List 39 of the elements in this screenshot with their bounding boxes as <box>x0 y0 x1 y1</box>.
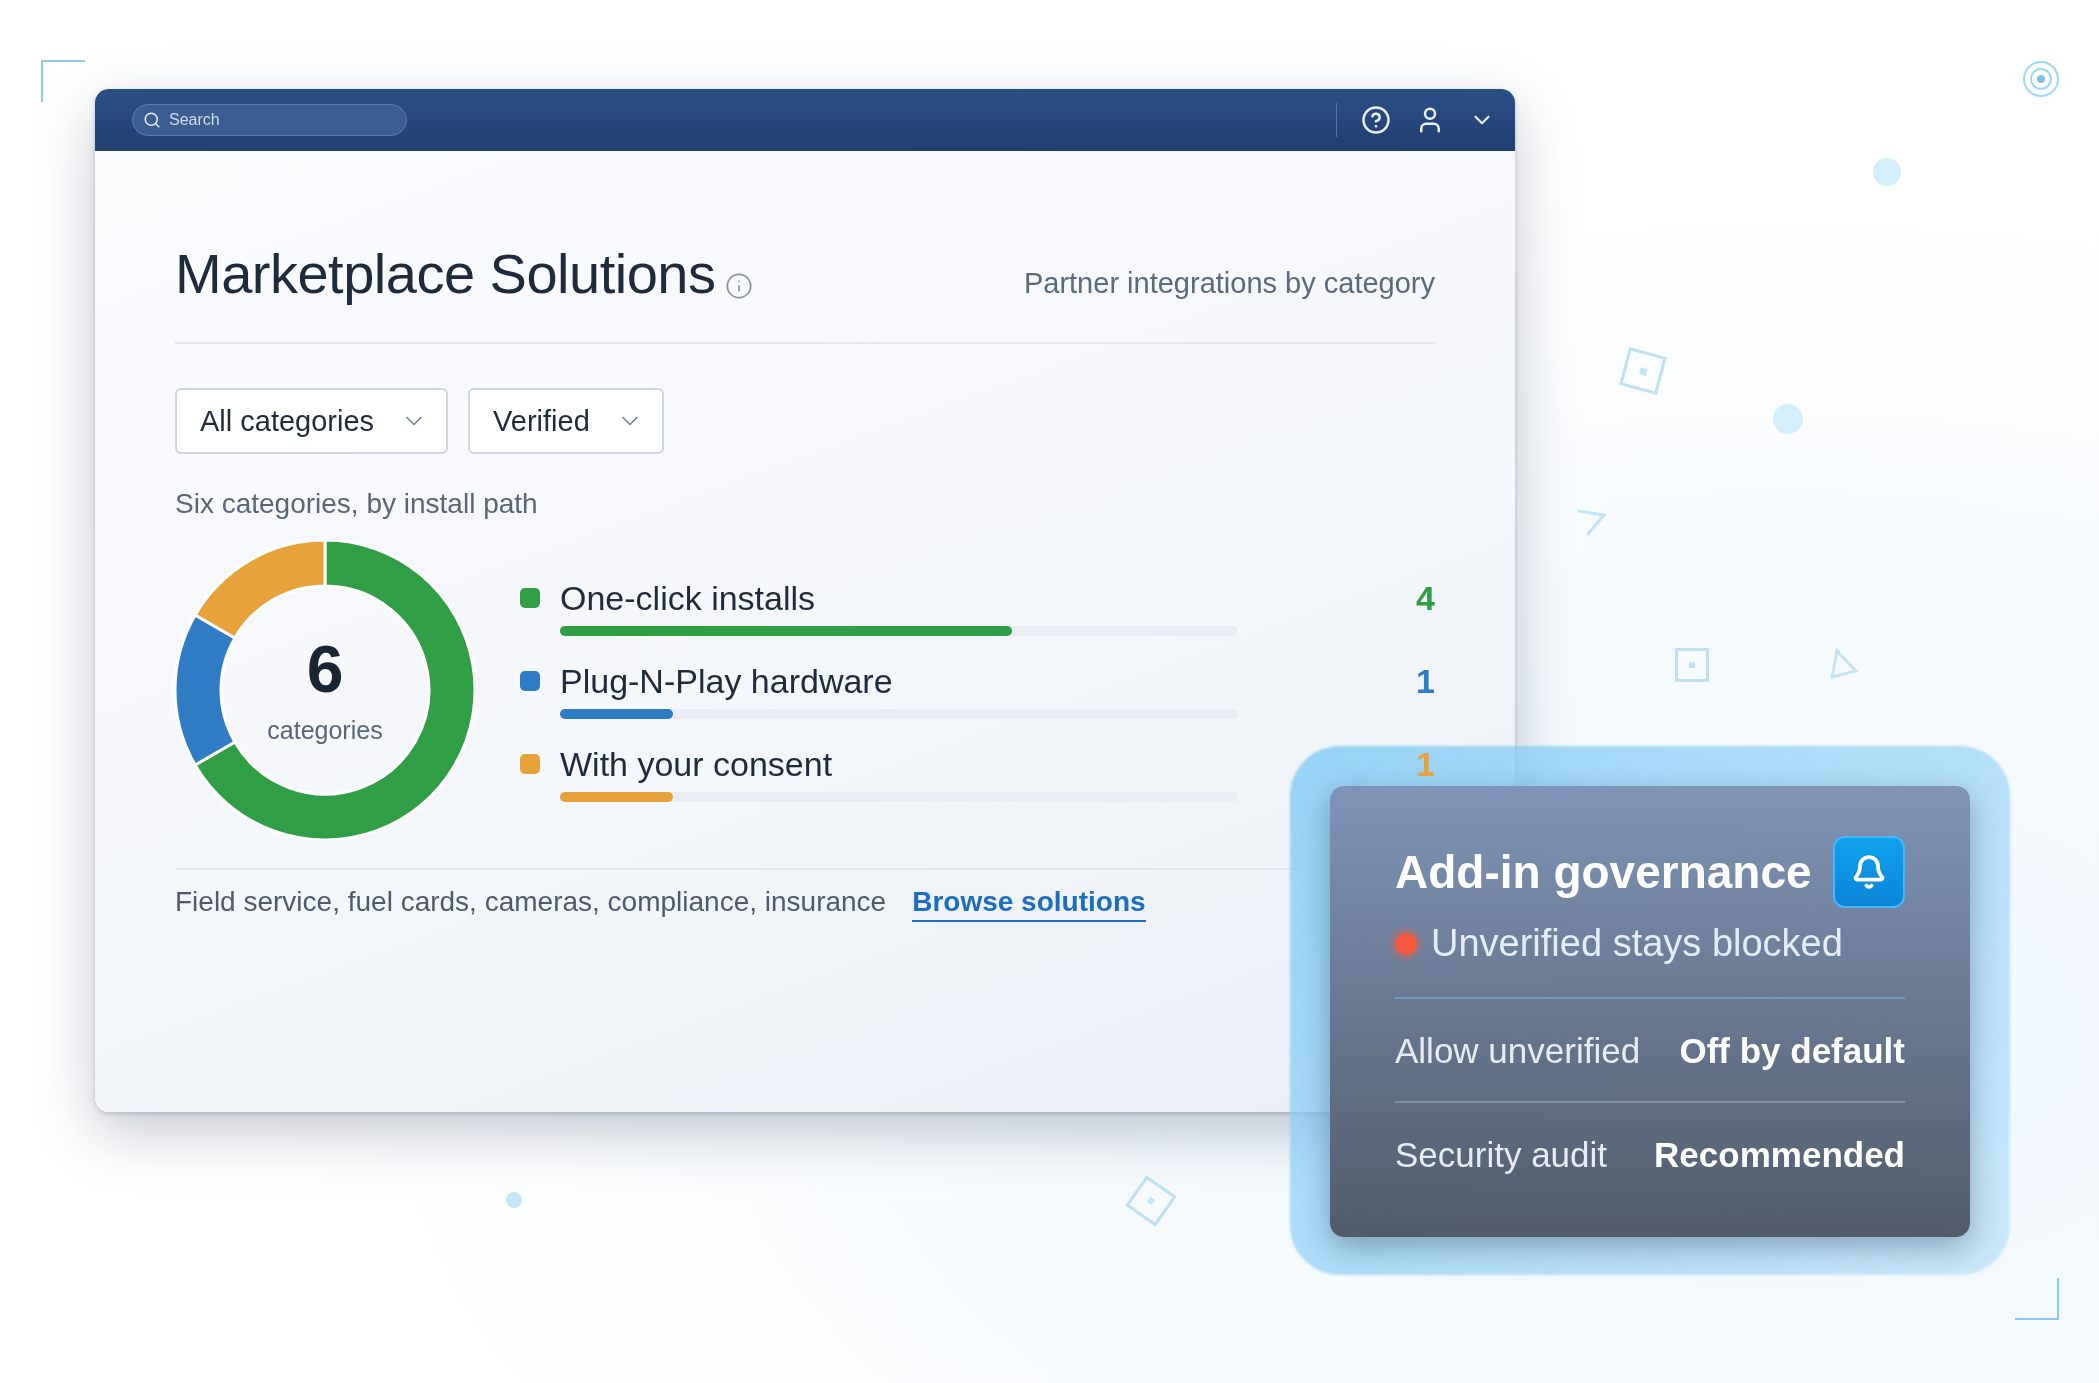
dot-icon <box>1873 158 1901 186</box>
count-label: categories <box>267 715 383 745</box>
corner-bracket-icon <box>2015 1278 2059 1320</box>
search-icon <box>143 111 161 129</box>
page-subtitle: Partner integrations by category <box>1023 267 1435 301</box>
page-title: Marketplace Solutions <box>175 241 716 306</box>
bell-button[interactable] <box>1833 836 1905 908</box>
dot-icon <box>506 1192 522 1208</box>
bell-icon <box>1851 854 1887 890</box>
setting-label: Allow unverified <box>1395 1031 1641 1071</box>
help-icon <box>1361 105 1391 135</box>
dot-icon <box>1773 404 1803 434</box>
triangle-icon <box>1829 649 1859 679</box>
filter-dropdown[interactable]: All categories <box>175 388 449 454</box>
section-title: Six categories, by install path <box>175 488 539 520</box>
legend-label: Plug-N-Play hardware <box>560 661 894 701</box>
legend-value: 1 <box>1416 661 1435 701</box>
browse-link[interactable]: Browse solutions <box>912 886 1146 922</box>
help-button[interactable] <box>1361 105 1391 135</box>
category-count: 6 <box>306 635 344 702</box>
card-title: Add-in governance <box>1395 845 1812 899</box>
legend-value: 1 <box>1416 744 1435 784</box>
square-icon <box>1675 648 1709 682</box>
search-input[interactable]: Search <box>167 110 371 130</box>
status-dot <box>1395 932 1417 955</box>
footer-text: Field service, fuel cards, cameras, compliance, insurance <box>175 886 887 918</box>
setting-label: Security audit <box>1395 1135 1608 1175</box>
legend-value: 4 <box>1416 578 1435 618</box>
legend-label: With your consent <box>560 744 834 784</box>
info-icon[interactable] <box>725 272 754 300</box>
search-field[interactable]: Search <box>132 104 407 136</box>
corner-bracket-icon <box>41 60 85 102</box>
target-icon <box>2022 60 2060 98</box>
legend-label: One-click installs <box>560 578 817 618</box>
status-text: Unverified stays blocked <box>1431 922 1843 965</box>
setting-value: Recommended <box>1654 1135 1905 1175</box>
angle-icon <box>1578 509 1606 535</box>
setting-value: Off by default <box>1679 1031 1905 1071</box>
filter-dropdown[interactable]: Verified <box>468 388 664 454</box>
